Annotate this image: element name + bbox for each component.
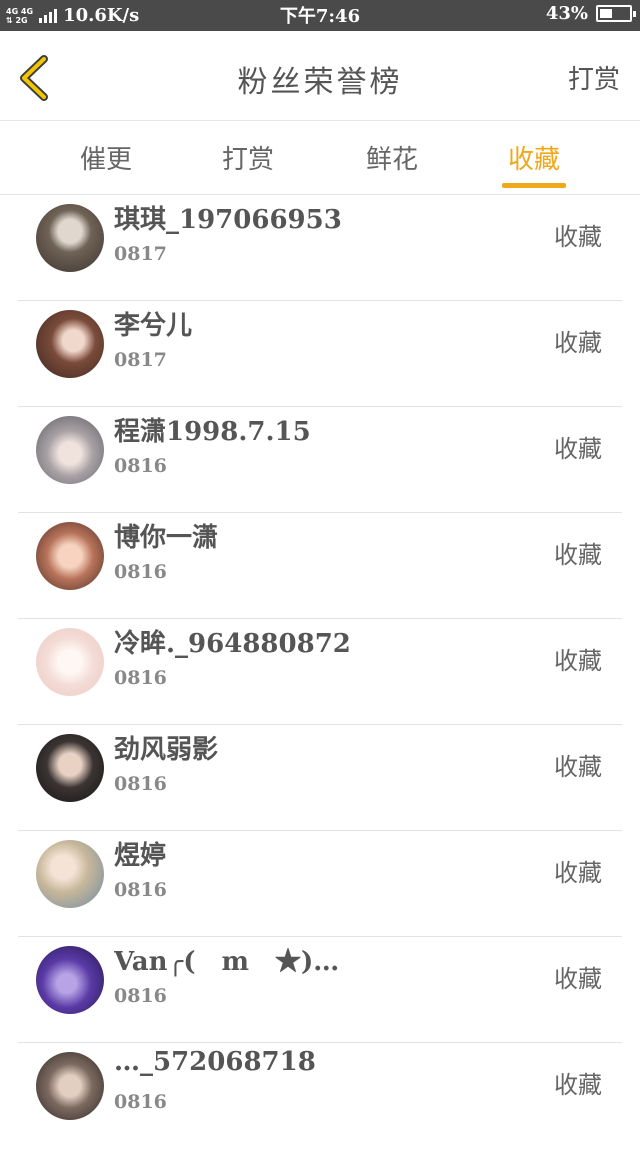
tab-flowers[interactable]: 鲜花 [342,139,442,176]
tab-reward[interactable]: 打赏 [198,139,298,176]
avatar [36,628,104,696]
favorite-label: 收藏 [554,435,602,463]
favorite-label: 收藏 [554,647,602,675]
battery-icon [596,5,636,22]
list-item[interactable]: Van╭( m ★)… 0816 收藏 [0,937,640,1043]
tab-favorites[interactable]: 收藏 [484,139,584,176]
list-item[interactable]: 煜婷 0816 收藏 [0,831,640,937]
list-item[interactable]: 博你一潇 0816 收藏 [0,513,640,619]
list-item[interactable]: 琪琪_197066953 0817 收藏 [0,195,640,301]
page-title: 粉丝荣誉榜 [237,65,403,100]
avatar [36,1052,104,1120]
avatar [36,416,104,484]
tab-urge[interactable]: 催更 [56,139,156,176]
fan-name: 博你一潇 [114,523,219,553]
favorite-label: 收藏 [554,541,602,569]
tab-active-indicator [502,183,566,188]
fan-name: 琪琪_197066953 [114,205,342,235]
list-item[interactable]: 程潇1998.7.15 0816 收藏 [0,407,640,513]
fan-date: 0817 [114,349,167,371]
fan-name: 程潇1998.7.15 [114,417,311,447]
favorite-label: 收藏 [554,1071,602,1099]
status-right: 43% [545,3,636,24]
list-item[interactable]: 冷眸._964880872 0816 收藏 [0,619,640,725]
favorite-label: 收藏 [554,223,602,251]
fan-date: 0816 [114,1091,167,1113]
fan-name: 劲风弱影 [114,735,219,765]
list-item[interactable]: …_572068718 0816 收藏 [0,1043,640,1149]
status-time: 下午7:46 [279,6,361,27]
tab-bar: 催更 打赏 鲜花 收藏 [0,121,640,195]
fan-name: Van╭( m ★)… [114,947,340,977]
fan-date: 0816 [114,455,167,477]
fan-name: 煜婷 [114,841,167,871]
avatar [36,946,104,1014]
favorite-label: 收藏 [554,329,602,357]
favorite-label: 收藏 [554,753,602,781]
fan-name: 冷眸._964880872 [114,629,351,659]
avatar [36,310,104,378]
fan-name: …_572068718 [114,1047,316,1077]
fan-date: 0816 [114,879,167,901]
fan-list: 琪琪_197066953 0817 收藏 李兮儿 0817 收藏 程潇1998.… [0,195,640,1149]
fan-date: 0816 [114,985,167,1007]
favorite-label: 收藏 [554,965,602,993]
avatar [36,522,104,590]
list-item[interactable]: 李兮儿 0817 收藏 [0,301,640,407]
fan-date: 0817 [114,243,167,265]
fan-date: 0816 [114,667,167,689]
fan-date: 0816 [114,773,167,795]
reward-button[interactable]: 打赏 [568,59,620,96]
list-item[interactable]: 劲风弱影 0816 收藏 [0,725,640,831]
nav-header: 粉丝荣誉榜 打赏 [0,31,640,121]
fan-date: 0816 [114,561,167,583]
avatar [36,840,104,908]
avatar [36,734,104,802]
avatar [36,204,104,272]
fan-name: 李兮儿 [114,311,193,341]
status-bar: 4G 4G ⇅ 2G 10.6K/s 下午7:46 43% [0,0,640,31]
favorite-label: 收藏 [554,859,602,887]
battery-percent: 43% [545,3,588,24]
